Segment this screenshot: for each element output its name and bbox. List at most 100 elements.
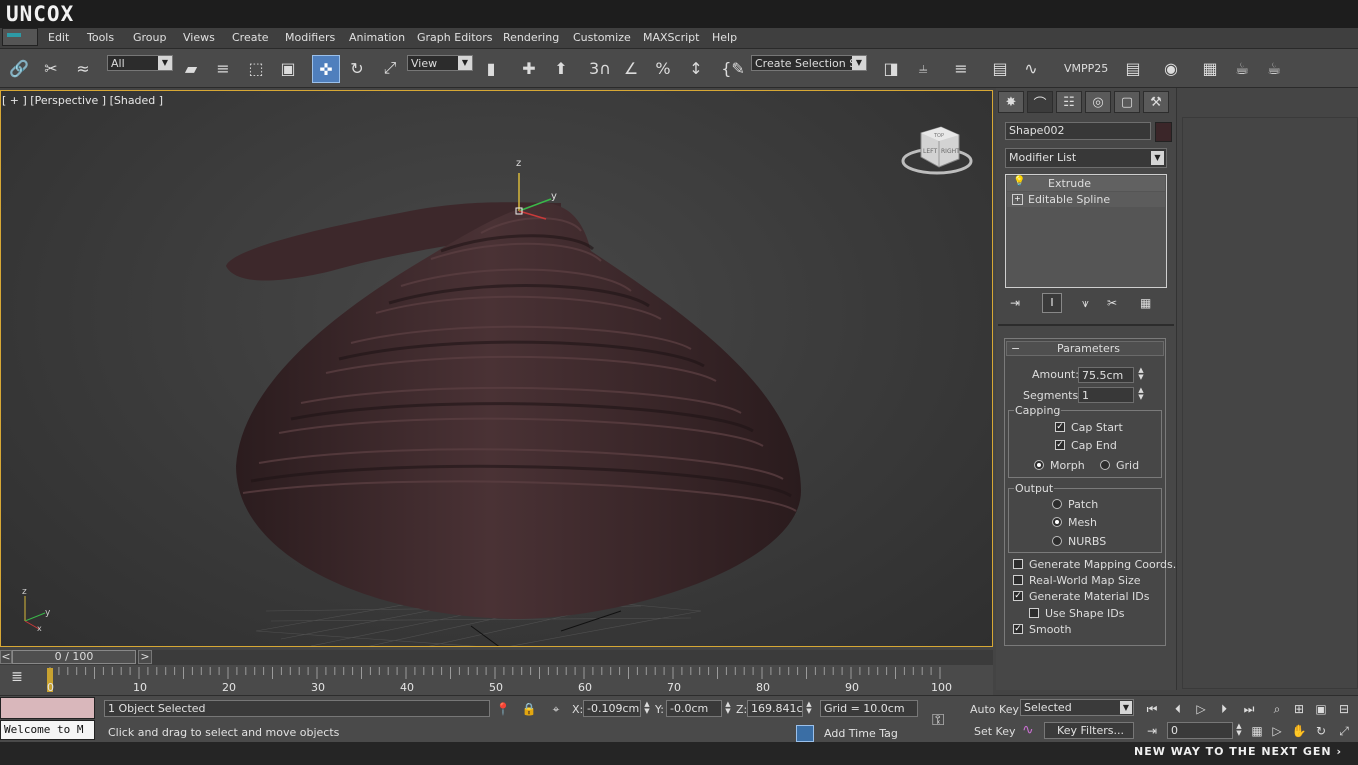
modify-tab-icon[interactable]: ⌒ — [1027, 91, 1053, 113]
amount-field[interactable]: 75.5cm — [1078, 367, 1134, 383]
play-icon[interactable]: ▷ — [1192, 700, 1210, 718]
select-object-icon[interactable]: ▰ — [178, 55, 204, 81]
z-coordinate-field[interactable]: 169.841cm — [747, 700, 803, 717]
viewport-label-menu[interactable]: [ + ] [Perspective ] [Shaded ] — [2, 94, 163, 107]
render-setup-icon[interactable]: ▦ — [1197, 55, 1223, 81]
schematic-view-icon[interactable]: ▤ — [1120, 55, 1146, 81]
z-spinner[interactable]: ▲ ▼ — [804, 701, 814, 716]
prev-frame-button[interactable]: < — [0, 650, 12, 664]
menu-rendering[interactable]: Rendering — [503, 31, 559, 44]
use-shape-ids-checkbox[interactable] — [1029, 608, 1039, 618]
previous-frame-icon[interactable]: ⏴ — [1169, 700, 1187, 718]
viewcube[interactable]: LEFT RIGHT TOP — [901, 126, 973, 175]
current-frame-spinner[interactable]: ▲ ▼ — [1234, 723, 1244, 738]
menu-animation[interactable]: Animation — [349, 31, 405, 44]
rectangular-selection-icon[interactable]: ⬚ — [243, 55, 269, 81]
stack-item-editable-spline[interactable]: + Editable Spline — [1007, 192, 1165, 207]
perspective-viewport[interactable]: z y z y x LEFT RIGHT TOP — [0, 90, 993, 647]
snaps-toggle-icon[interactable]: 3 ∩ — [587, 55, 613, 81]
set-key-icon[interactable]: ⚿ — [932, 710, 944, 730]
menu-modifiers[interactable]: Modifiers — [285, 31, 335, 44]
mirror-icon[interactable]: ◨ — [878, 55, 904, 81]
menu-views[interactable]: Views — [183, 31, 215, 44]
percent-snap-icon[interactable]: % — [650, 55, 676, 81]
make-unique-icon[interactable]: ⩛ — [1082, 296, 1089, 311]
amount-spinner[interactable]: ▲ ▼ — [1136, 367, 1146, 382]
gen-mapping-checkbox[interactable] — [1013, 559, 1023, 569]
cap-start-checkbox[interactable]: ✓ — [1055, 422, 1065, 432]
add-time-tag-button[interactable]: Add Time Tag — [820, 725, 918, 741]
configure-modifier-sets-icon[interactable]: ▦ — [1140, 296, 1151, 310]
object-name-field[interactable]: Shape002 — [1005, 122, 1151, 140]
layer-manager-icon[interactable]: ≡ — [948, 55, 974, 81]
bind-space-warp-icon[interactable]: ≈ — [70, 55, 96, 81]
reference-coordinate-dropdown[interactable]: View ▼ — [407, 55, 473, 71]
next-frame-icon[interactable]: ⏵ — [1215, 700, 1233, 718]
create-tab-icon[interactable]: ✸ — [998, 91, 1024, 113]
window-crossing-icon[interactable]: ▣ — [275, 55, 301, 81]
y-spinner[interactable]: ▲ ▼ — [723, 701, 733, 716]
patch-radio[interactable] — [1052, 499, 1062, 509]
align-icon[interactable]: ⫨ — [910, 55, 936, 81]
mini-curve-editor-icon[interactable]: ≣ — [6, 669, 28, 689]
pan-view-icon[interactable]: ✋ — [1290, 722, 1308, 740]
menu-group[interactable]: Group — [133, 31, 167, 44]
menu-graph-editors[interactable]: Graph Editors — [417, 31, 493, 44]
grid-radio[interactable] — [1100, 460, 1110, 470]
select-by-name-icon[interactable]: ≡ — [210, 55, 236, 81]
parameters-rollout-header[interactable]: − Parameters — [1006, 341, 1164, 356]
go-to-start-icon[interactable]: ⏮ — [1143, 700, 1161, 718]
lightbulb-icon[interactable]: 💡 — [1013, 176, 1025, 187]
menu-tools[interactable]: Tools — [87, 31, 114, 44]
motion-tab-icon[interactable]: ◎ — [1085, 91, 1111, 113]
display-tab-icon[interactable]: ▢ — [1114, 91, 1140, 113]
utilities-tab-icon[interactable]: ⚒ — [1143, 91, 1169, 113]
maxscript-listener-output[interactable] — [0, 697, 95, 719]
menu-help[interactable]: Help — [712, 31, 737, 44]
remove-modifier-icon[interactable]: ✂ — [1107, 296, 1117, 310]
time-configuration-icon[interactable]: ▦ — [1248, 722, 1266, 740]
hierarchy-tab-icon[interactable]: ☷ — [1056, 91, 1082, 113]
pivot-center-icon[interactable]: ▮ — [478, 55, 504, 81]
object-color-swatch[interactable] — [1155, 122, 1172, 142]
selection-lock-icon[interactable]: 🔒 — [520, 700, 538, 718]
render-production-icon[interactable]: ☕ — [1261, 55, 1287, 81]
stack-item-extrude[interactable]: 💡 Extrude — [1007, 176, 1165, 191]
show-end-result-icon[interactable]: I — [1042, 293, 1062, 313]
edit-named-selection-icon[interactable]: {✎ — [720, 55, 746, 81]
field-of-view-icon[interactable]: ▷ — [1268, 722, 1286, 740]
select-and-move-icon[interactable]: ✜ — [312, 55, 340, 83]
x-coordinate-field[interactable]: -0.109cm — [583, 700, 641, 717]
zoom-all-icon[interactable]: ⊞ — [1290, 700, 1308, 718]
gen-mat-ids-checkbox[interactable]: ✓ — [1013, 591, 1023, 601]
key-filters-button[interactable]: Key Filters... — [1044, 722, 1134, 739]
curve-editor-icon[interactable]: ∿ — [1018, 55, 1044, 81]
x-spinner[interactable]: ▲ ▼ — [642, 701, 652, 716]
menu-create[interactable]: Create — [232, 31, 269, 44]
maximize-viewport-icon[interactable]: ⤢ — [1335, 722, 1353, 740]
material-editor-icon[interactable]: ◉ — [1158, 55, 1184, 81]
real-world-checkbox[interactable] — [1013, 575, 1023, 585]
next-frame-button[interactable]: > — [138, 650, 152, 664]
expand-plus-icon[interactable]: + — [1012, 194, 1023, 205]
menu-maxscript[interactable]: MAXScript — [643, 31, 699, 44]
nurbs-radio[interactable] — [1052, 536, 1062, 546]
key-filters-curve-icon[interactable]: ∿ — [1022, 722, 1034, 738]
select-and-rotate-icon[interactable]: ↻ — [344, 55, 370, 81]
isolate-selection-icon[interactable]: 📍 — [494, 700, 512, 718]
selection-filter-dropdown[interactable]: All ▼ — [107, 55, 173, 71]
absolute-mode-icon[interactable]: ⌖ — [547, 700, 565, 718]
current-frame-field[interactable]: 0 — [1167, 722, 1233, 739]
smooth-checkbox[interactable]: ✓ — [1013, 624, 1023, 634]
zoom-extents-all-icon[interactable]: ⊟ — [1335, 700, 1353, 718]
modifier-list-dropdown[interactable]: Modifier List ▼ — [1005, 148, 1167, 168]
set-key-button[interactable]: Set Key — [974, 725, 1016, 738]
zoom-icon[interactable]: ⌕ — [1268, 700, 1286, 718]
morph-radio[interactable] — [1034, 460, 1044, 470]
unlink-icon[interactable]: ✂ — [38, 55, 64, 81]
link-icon[interactable]: 🔗 — [6, 55, 32, 81]
orbit-icon[interactable]: ↻ — [1312, 722, 1330, 740]
application-button[interactable] — [2, 28, 38, 46]
segments-field[interactable]: 1 — [1078, 387, 1134, 403]
key-mode-dropdown[interactable]: Selected ▼ — [1020, 699, 1134, 716]
